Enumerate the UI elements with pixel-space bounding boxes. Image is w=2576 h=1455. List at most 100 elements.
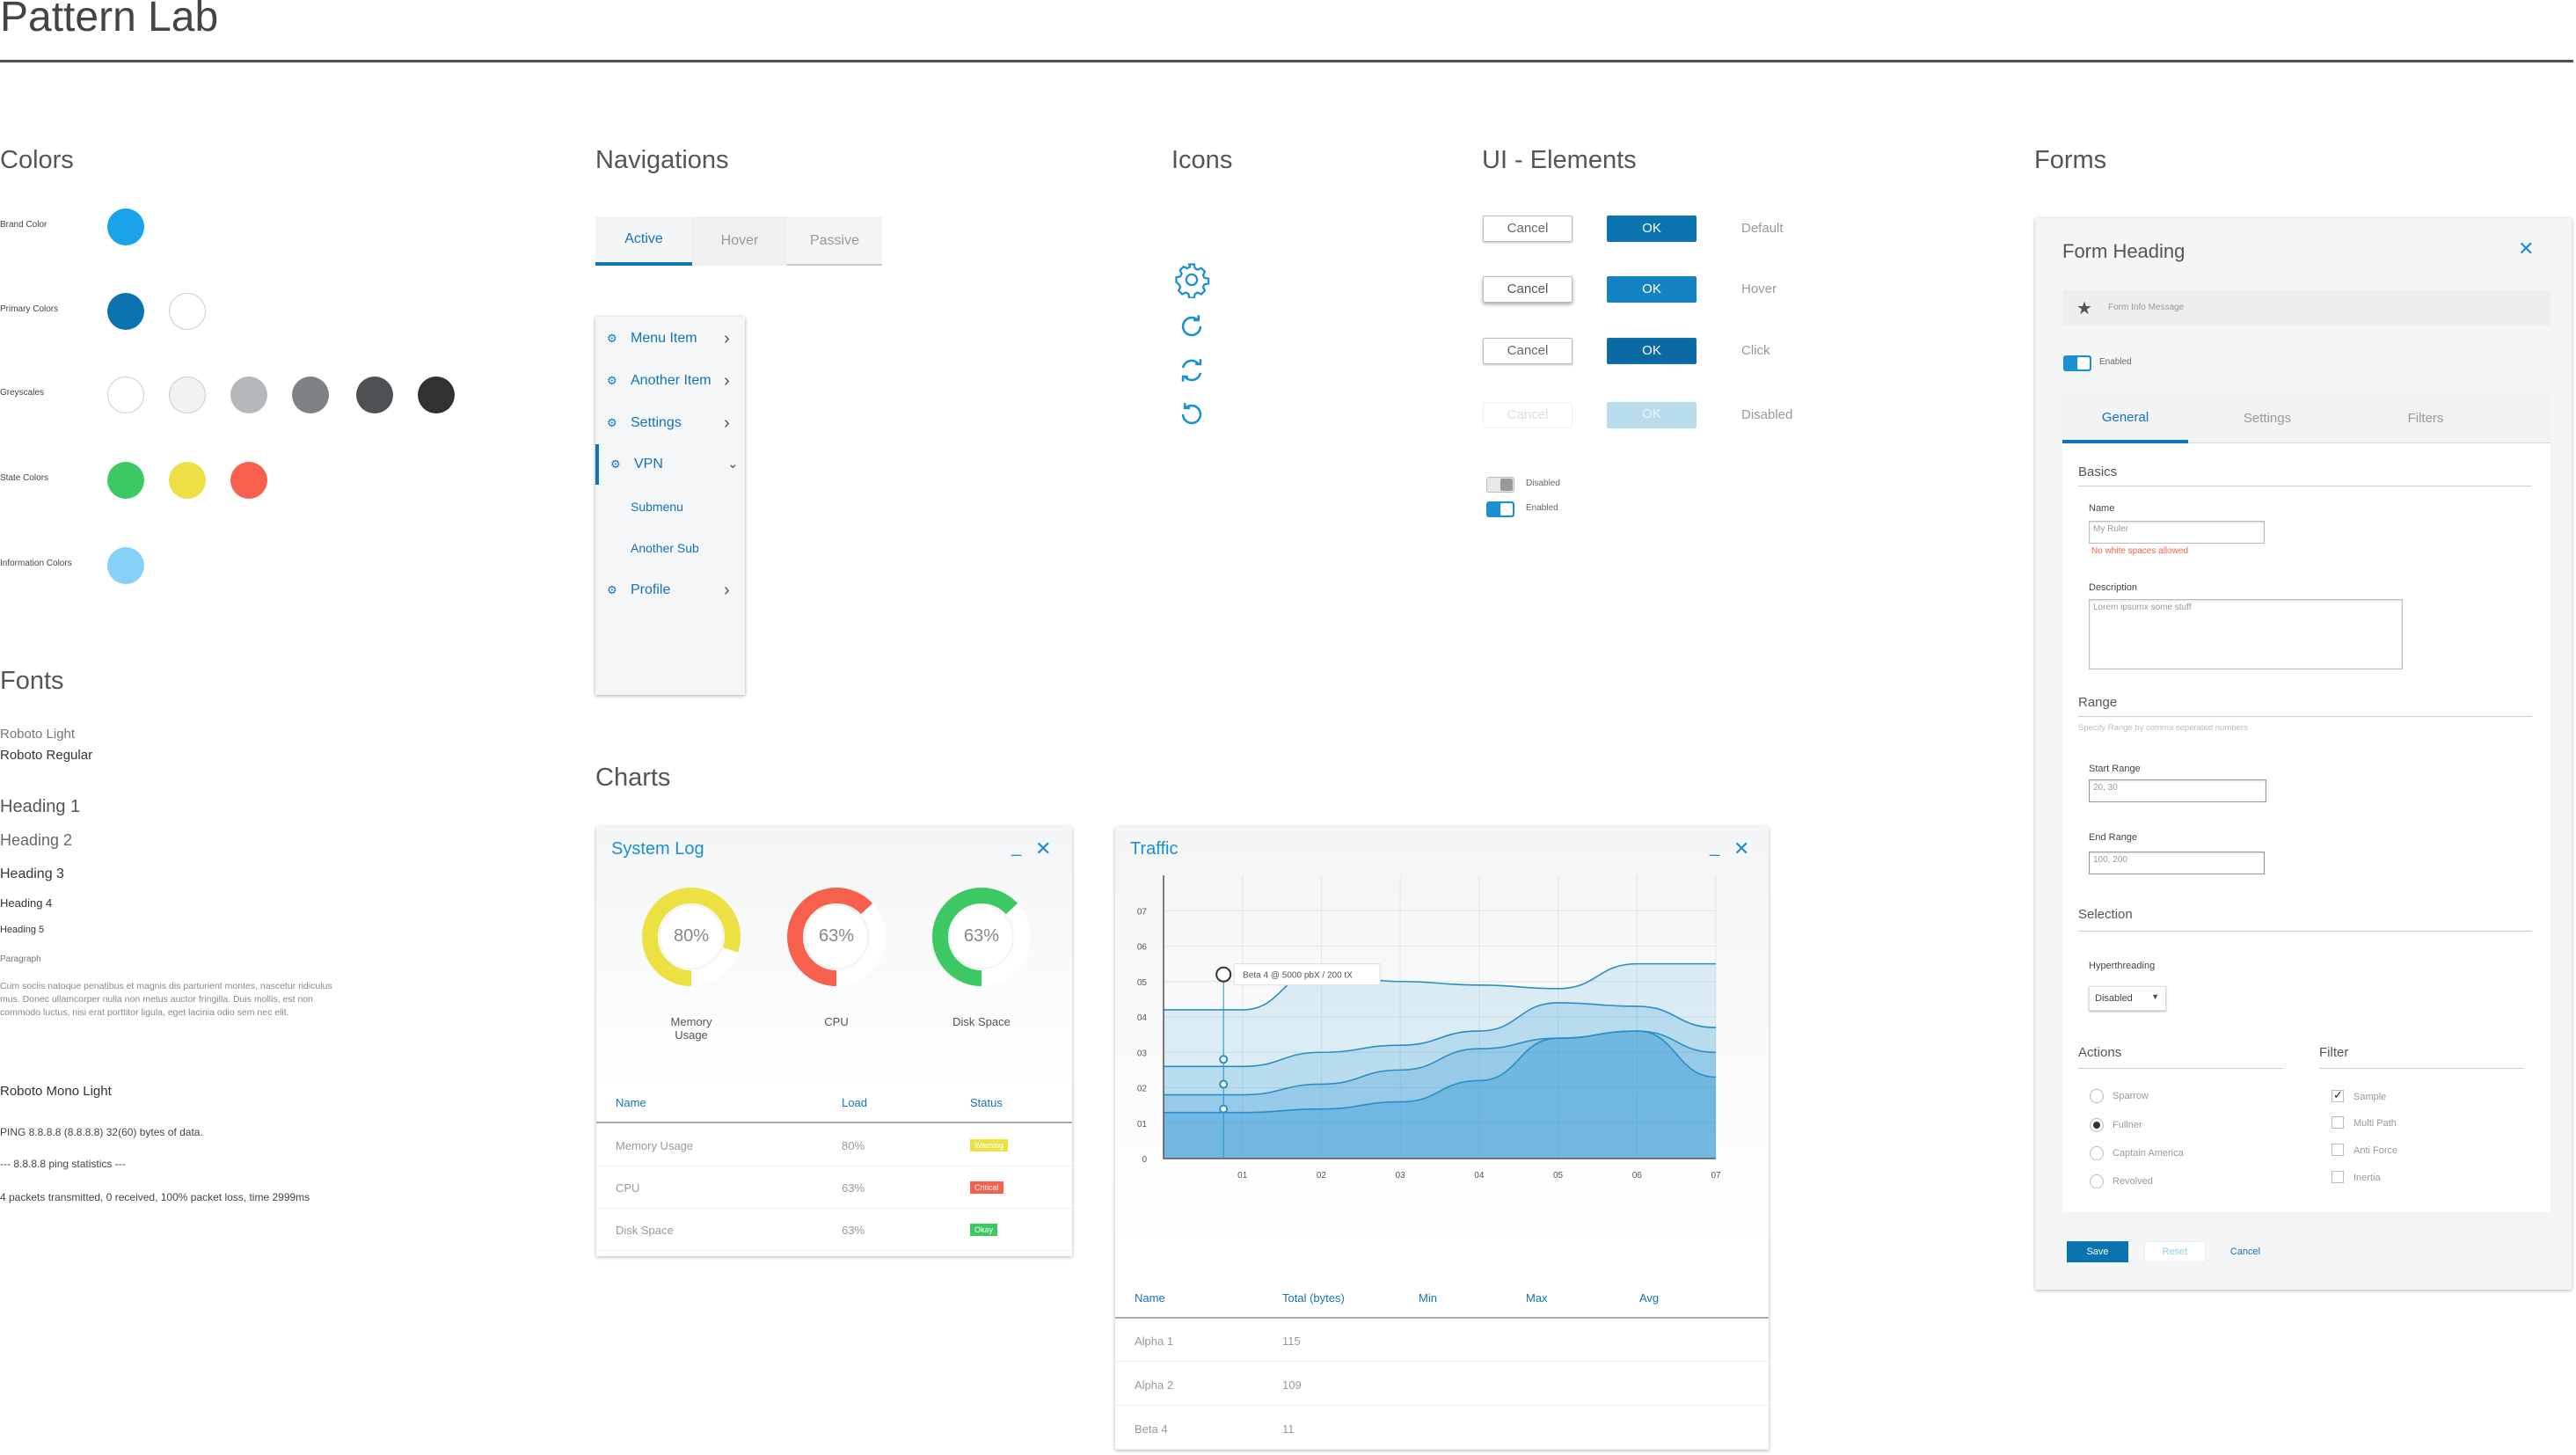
menu-item-another-item[interactable]: ⚙ › Another Item — [595, 361, 741, 401]
hover-point[interactable] — [1219, 1055, 1229, 1064]
name-field[interactable]: My Ruler — [2089, 521, 2265, 544]
table-row[interactable]: Disk Space 63% Okay — [596, 1210, 1072, 1251]
refresh-icon[interactable] — [1177, 311, 1207, 341]
hyperthreading-label: Hyperthreading — [2089, 961, 2156, 971]
traffic-col-header: Max — [1526, 1291, 1548, 1305]
hover-point[interactable] — [1215, 966, 1232, 983]
description-field[interactable]: Lorem ipsumx some stuff — [2089, 599, 2403, 669]
color-swatch — [230, 462, 267, 499]
radio-label: Sparrow — [2113, 1091, 2149, 1101]
reset-button[interactable]: Reset — [2144, 1241, 2206, 1262]
tab-active[interactable]: Active — [595, 216, 692, 266]
checkbox-anti-force[interactable] — [2332, 1144, 2344, 1156]
form-card: Form Heading ✕ ★ Form Info Message Enabl… — [2035, 218, 2572, 1290]
cancel-button[interactable]: Cancel — [2215, 1241, 2276, 1262]
ok-button-click[interactable]: OK — [1607, 338, 1697, 364]
close-icon[interactable]: ✕ — [1035, 837, 1051, 860]
color-swatch — [169, 293, 206, 330]
undo-icon[interactable] — [1177, 399, 1207, 429]
gears-icon: ⚙ — [610, 457, 621, 471]
form-enabled-toggle[interactable] — [2063, 355, 2091, 371]
hyperthreading-select[interactable]: Disabled ▼ — [2089, 986, 2166, 1011]
close-icon[interactable]: ✕ — [1733, 837, 1749, 860]
tab-settings[interactable]: Settings — [2188, 394, 2346, 443]
caret-down-icon: ▼ — [2151, 992, 2159, 1001]
menu-item-settings[interactable]: ⚙ › Settings — [595, 403, 741, 443]
menu-item-profile[interactable]: ⚙ › Profile — [595, 570, 741, 611]
hover-point[interactable] — [1219, 1104, 1229, 1114]
table-row[interactable]: CPU 63% Critical — [596, 1168, 1072, 1209]
minimize-icon[interactable]: _ — [1710, 837, 1719, 858]
table-row[interactable]: Memory Usage 80% Warning — [596, 1126, 1072, 1166]
toggle-enabled-knob — [1500, 503, 1513, 515]
gear-icon[interactable] — [1173, 261, 1210, 298]
end-range-label: End Range — [2089, 832, 2138, 843]
table-row[interactable]: Alpha 2 109 — [1115, 1364, 1769, 1406]
actions-divider — [2078, 1068, 2283, 1069]
nav-menu: ⚙ › Menu Item ⚙ › Another Item ⚙ › Settings ⚙ ⌄ VPN… — [595, 317, 745, 695]
color-row-label: State Colors — [0, 473, 49, 483]
radio-sparrow[interactable] — [2090, 1089, 2104, 1103]
menu-item-another-sub[interactable]: Another Sub — [595, 528, 741, 568]
y-tick-label: 04 — [1137, 1013, 1148, 1023]
font-light-sample: Roboto Light — [0, 727, 76, 742]
form-inner-panel: General Settings Filters Basics Name My … — [2062, 394, 2550, 1212]
color-swatch — [292, 377, 329, 413]
toggle-enabled[interactable] — [1486, 501, 1514, 517]
save-button[interactable]: Save — [2067, 1241, 2128, 1262]
state-default: Default — [1741, 221, 1784, 236]
checkbox-inertia[interactable] — [2332, 1171, 2344, 1183]
tab-passive[interactable]: Passive — [787, 216, 882, 266]
start-range-field[interactable]: 20, 30 — [2089, 779, 2266, 802]
table-row[interactable]: Beta 4 11 — [1115, 1407, 1769, 1450]
cancel-button-default[interactable]: Cancel — [1483, 216, 1573, 242]
gauge-label: Disk Space — [952, 1015, 1011, 1028]
gears-icon: ⚙ — [607, 332, 617, 345]
gears-icon: ⚙ — [607, 416, 617, 429]
ok-button-hover[interactable]: OK — [1607, 276, 1697, 303]
color-swatch — [107, 462, 144, 499]
menu-item-vpn[interactable]: ⚙ ⌄ VPN — [595, 444, 741, 485]
minimize-icon[interactable]: _ — [1011, 837, 1021, 858]
sync-icon[interactable] — [1177, 355, 1207, 385]
col-name: Name — [616, 1096, 646, 1109]
tab-hover-label: Hover — [720, 233, 759, 248]
end-range-field[interactable]: 100, 200 — [2089, 852, 2265, 874]
selection-divider — [2078, 931, 2532, 932]
checkbox-sample[interactable]: ✓ — [2332, 1088, 2344, 1102]
traffic-col-header: Total (bytes) — [1282, 1291, 1345, 1305]
radio-captain-america[interactable] — [2090, 1146, 2104, 1160]
checkbox-multi-path[interactable] — [2332, 1116, 2344, 1129]
tab-hover[interactable]: Hover — [692, 216, 787, 266]
ok-button-default[interactable]: OK — [1607, 216, 1697, 242]
table-row[interactable]: Alpha 1 115 — [1115, 1320, 1769, 1362]
state-hover: Hover — [1741, 281, 1777, 296]
toggle-disabled[interactable] — [1486, 477, 1514, 493]
font-regular-sample: Roboto Regular — [0, 748, 93, 763]
close-icon[interactable]: ✕ — [2518, 238, 2534, 260]
menu-item-label: Menu Item — [631, 331, 697, 346]
color-swatch — [107, 208, 144, 245]
traffic-col-header: Name — [1135, 1291, 1165, 1305]
basics-heading: Basics — [2078, 464, 2118, 479]
tab-filters[interactable]: Filters — [2346, 394, 2505, 443]
filter-divider — [2319, 1068, 2524, 1069]
color-row-label: Greyscales — [0, 388, 45, 398]
chevron-right-icon: › — [724, 329, 730, 348]
status-badge: Critical — [970, 1181, 1003, 1194]
navigations-heading: Navigations — [595, 146, 729, 174]
cancel-button-hover[interactable]: Cancel — [1483, 276, 1573, 303]
mono-line-1: PING 8.8.8.8 (8.8.8.8) 32(60) bytes of d… — [0, 1126, 203, 1138]
row-name: Memory Usage — [616, 1139, 694, 1152]
cancel-button-click[interactable]: Cancel — [1483, 338, 1573, 364]
tab-general[interactable]: General — [2062, 394, 2188, 443]
menu-item-menu-item[interactable]: ⚙ › Menu Item — [595, 318, 741, 359]
color-row-label: Primary Colors — [0, 304, 59, 314]
radio-revolved[interactable] — [2090, 1174, 2104, 1188]
hover-point[interactable] — [1219, 1079, 1229, 1089]
gauge-label: Memory Usage — [670, 1015, 712, 1042]
radio-fullner[interactable] — [2090, 1118, 2104, 1132]
menu-item-submenu[interactable]: Submenu — [595, 486, 741, 527]
gauge-value: 80% — [673, 926, 710, 946]
mono-line-3: 4 packets transmitted, 0 received, 100% … — [0, 1191, 310, 1203]
